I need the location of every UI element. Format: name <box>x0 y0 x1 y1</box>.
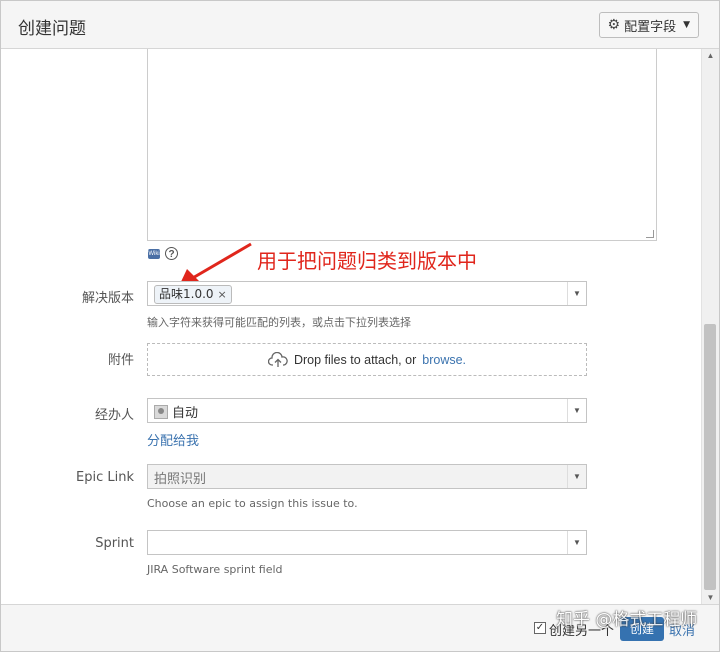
browse-link[interactable]: browse. <box>422 353 466 367</box>
epic-link-value: 拍照识别 <box>154 472 207 487</box>
annotation-text: 用于把问题归类到版本中 <box>257 249 477 273</box>
epic-link-hint: Choose an epic to assign this issue to. <box>147 497 358 510</box>
scrollbar-thumb[interactable] <box>704 324 716 590</box>
fix-version-hint: 输入字符来获得可能匹配的列表，或点击下拉列表选择 <box>147 316 411 329</box>
remove-tag-icon[interactable]: × <box>218 288 227 301</box>
sprint-label: Sprint <box>95 536 134 551</box>
dialog-title: 创建问题 <box>18 19 86 39</box>
sprint-select[interactable]: ▼ <box>147 530 587 555</box>
chevron-down-icon[interactable]: ▼ <box>567 465 586 488</box>
assign-to-me-link[interactable]: 分配给我 <box>147 430 199 449</box>
epic-link-label: Epic Link <box>76 470 134 485</box>
watermark-text: 知乎 @格式工程师 <box>556 610 698 630</box>
scroll-up-icon[interactable]: ▲ <box>702 49 719 63</box>
cloud-upload-icon <box>267 351 288 367</box>
vertical-scrollbar[interactable]: ▲ ▼ <box>701 49 719 605</box>
dialog-body: Wiki ? 用于把问题归类到版本中 解决版本 品味1.0.0 × ▼ 输入字符来… <box>1 49 702 605</box>
resize-handle-icon[interactable] <box>646 230 654 238</box>
fix-version-select[interactable]: 品味1.0.0 × ▼ <box>147 281 587 306</box>
create-issue-dialog: 创建问题 ⚙ 配置字段 ▼ Wiki ? 用于把问题归类到版本中 解决版本 品味… <box>0 0 720 652</box>
description-textarea[interactable] <box>147 49 657 241</box>
fix-version-label: 解决版本 <box>81 291 134 306</box>
chevron-down-icon[interactable]: ▼ <box>567 282 586 305</box>
dialog-header: 创建问题 ⚙ 配置字段 ▼ <box>1 1 719 49</box>
sprint-hint: JIRA Software sprint field <box>147 563 283 576</box>
scroll-down-icon[interactable]: ▼ <box>702 591 719 605</box>
fix-version-tag[interactable]: 品味1.0.0 × <box>154 285 232 304</box>
assignee-label: 经办人 <box>94 408 134 423</box>
assignee-value-text: 自动 <box>172 406 199 421</box>
attachment-label: 附件 <box>107 353 134 368</box>
user-avatar-icon <box>154 404 168 419</box>
attachment-dropzone[interactable]: Drop files to attach, or browse. <box>147 343 587 376</box>
gear-icon: ⚙ <box>607 17 621 33</box>
fix-version-tag-label: 品味1.0.0 <box>159 287 214 301</box>
chevron-down-icon[interactable]: ▼ <box>567 399 586 422</box>
epic-link-select[interactable]: 拍照识别 ▼ <box>147 464 587 489</box>
create-another-checkbox[interactable]: ✓ <box>534 622 546 634</box>
configure-fields-button[interactable]: ⚙ 配置字段 ▼ <box>598 12 699 38</box>
attachment-drop-text: Drop files to attach, or <box>293 352 417 367</box>
assignee-select[interactable]: 自动 ▼ <box>147 398 587 423</box>
chevron-down-icon[interactable]: ▼ <box>567 531 586 554</box>
wiki-markup-icon[interactable]: Wiki <box>148 249 160 259</box>
assignee-value: 自动 <box>154 402 198 421</box>
chevron-down-icon: ▼ <box>683 20 690 30</box>
configure-fields-label: 配置字段 <box>624 19 677 35</box>
